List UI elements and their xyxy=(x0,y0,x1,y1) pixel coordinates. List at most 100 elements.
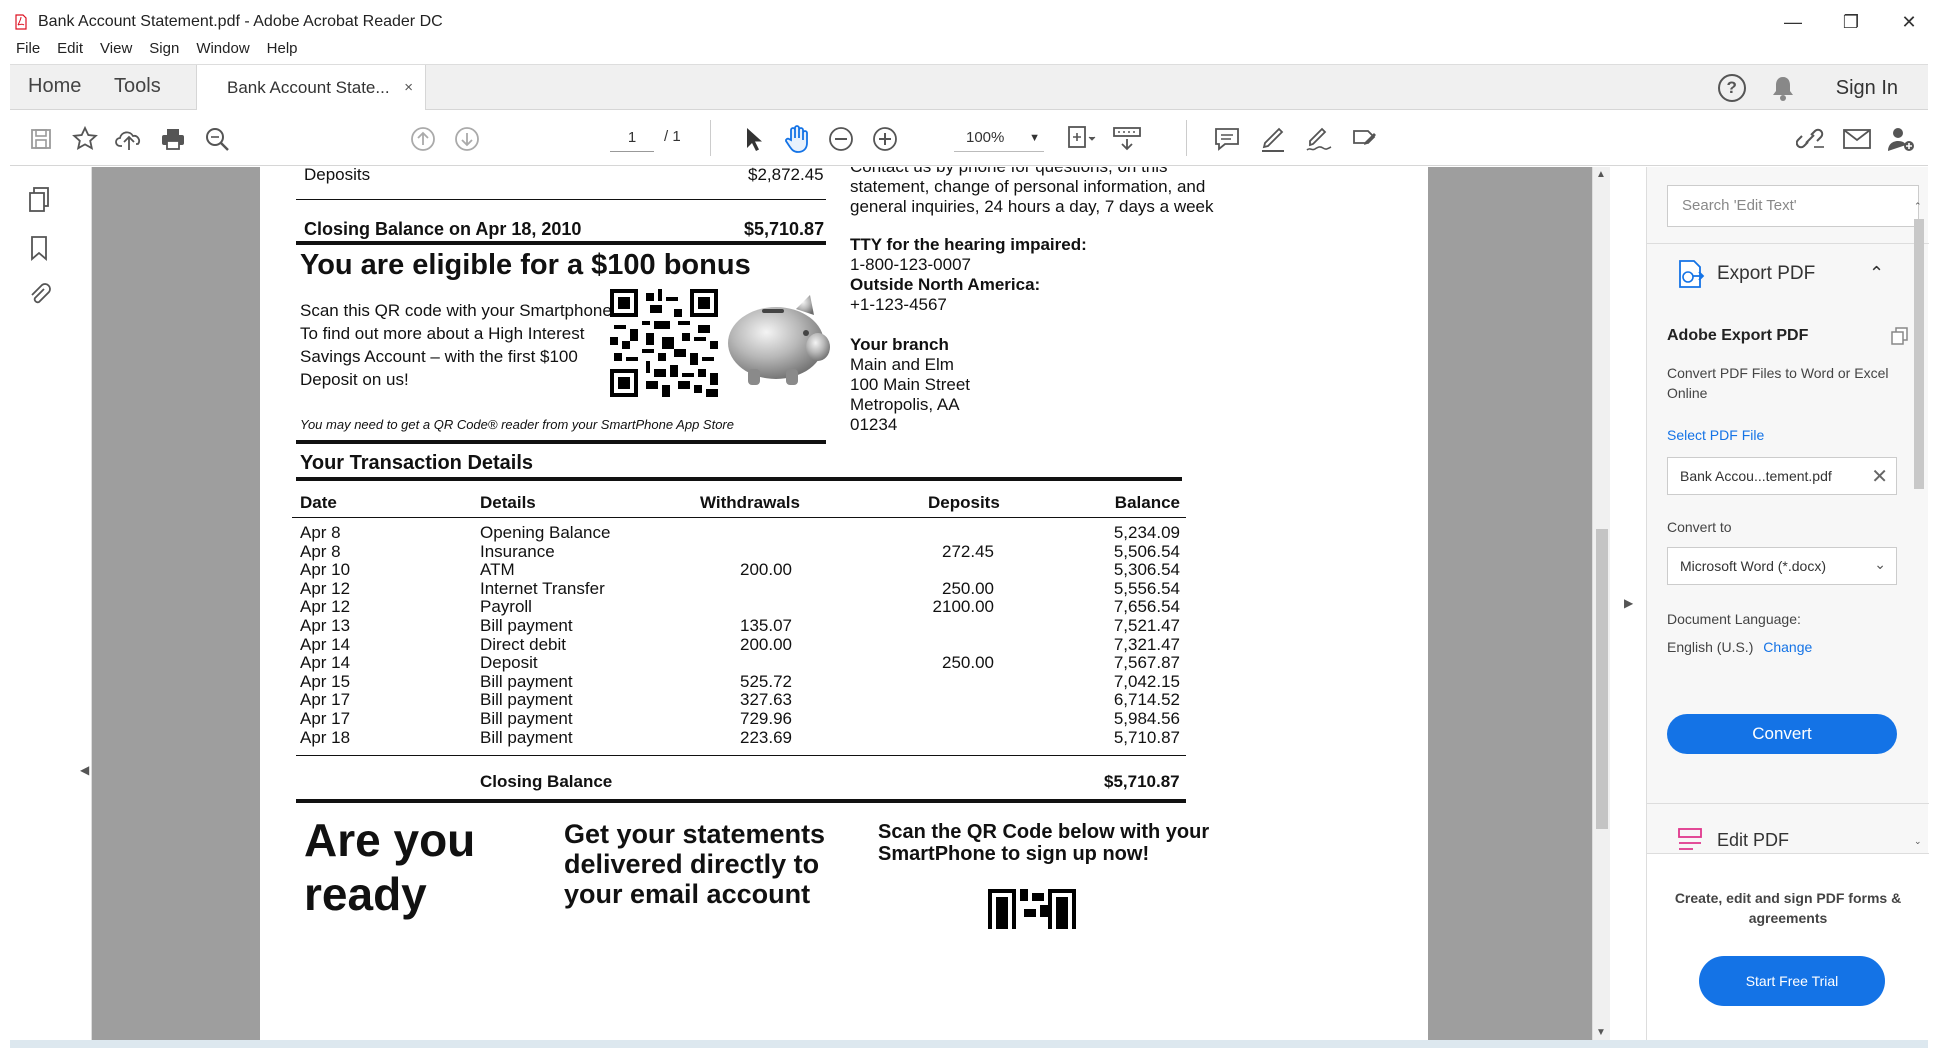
menu-window[interactable]: Window xyxy=(196,40,249,64)
document-viewport[interactable]: Deposits $2,872.45 Closing Balance on Ap… xyxy=(92,167,1592,1040)
share-link-icon[interactable] xyxy=(1794,122,1828,156)
scroll-up-arrow-icon[interactable]: ⌃ xyxy=(1914,201,1922,212)
scroll-thumb[interactable] xyxy=(1914,219,1924,489)
cell-date: Apr 13 xyxy=(300,616,351,635)
contact-line: Contact us by phone for questions, on th… xyxy=(850,167,1168,177)
menu-help[interactable]: Help xyxy=(267,40,298,64)
zoom-level-value: 100% xyxy=(966,129,1005,146)
previous-page-icon[interactable] xyxy=(406,122,440,156)
cell-balance: 7,321.47 xyxy=(1113,634,1180,654)
cell-withdrawal: 525.72 xyxy=(740,671,792,691)
page-number-input[interactable]: 1 xyxy=(610,124,654,152)
menu-edit[interactable]: Edit xyxy=(57,40,83,64)
email-icon[interactable] xyxy=(1840,122,1874,156)
menu-view[interactable]: View xyxy=(100,40,132,64)
promo-statements-line: your email account xyxy=(564,879,811,909)
cell-date: Apr 10 xyxy=(300,560,351,580)
close-window-button[interactable]: ✕ xyxy=(1880,0,1938,44)
scroll-down-arrow-icon[interactable]: ⌄ xyxy=(1914,836,1922,847)
table-row: Apr 8 Opening Balance 5,234.09 xyxy=(300,523,1180,542)
selected-file-field[interactable]: Bank Accou...tement.pdf ✕ xyxy=(1667,457,1897,495)
bell-icon[interactable] xyxy=(1770,74,1796,102)
attachment-icon[interactable] xyxy=(22,277,56,311)
cell-withdrawal: 729.96 xyxy=(740,709,792,728)
export-pdf-header[interactable]: Export PDF xyxy=(1677,259,1815,289)
clear-file-icon[interactable]: ✕ xyxy=(1871,464,1888,489)
zoom-level-dropdown[interactable]: 100% ▼ xyxy=(954,124,1044,152)
format-dropdown[interactable]: Microsoft Word (*.docx) ⌄ xyxy=(1667,547,1897,585)
comment-icon[interactable] xyxy=(1210,122,1244,156)
contact-line: general inquiries, 24 hours a day, 7 day… xyxy=(850,197,1214,216)
cell-date: Apr 12 xyxy=(300,597,351,617)
collapse-left-panel-icon[interactable]: ◀ xyxy=(80,763,89,777)
zoom-in-icon[interactable] xyxy=(868,122,902,156)
select-cursor-icon[interactable] xyxy=(736,122,770,156)
scroll-thumb[interactable] xyxy=(1596,529,1608,829)
window-title: Bank Account Statement.pdf - Adobe Acrob… xyxy=(38,13,443,30)
deposits-value: $2,872.45 xyxy=(748,167,824,184)
star-icon[interactable] xyxy=(68,122,102,156)
menu-sign[interactable]: Sign xyxy=(149,40,179,64)
document-language-label: Document Language: xyxy=(1667,611,1801,627)
print-icon[interactable] xyxy=(156,122,190,156)
minimize-button[interactable]: — xyxy=(1764,0,1822,44)
cell-balance: 5,710.87 xyxy=(1113,727,1180,747)
cell-withdrawal: 135.07 xyxy=(740,616,792,635)
transaction-details-title: Your Transaction Details xyxy=(300,452,534,474)
copy-icon[interactable] xyxy=(1891,327,1909,350)
select-pdf-file-link[interactable]: Select PDF File xyxy=(1667,427,1764,443)
restore-button[interactable]: ❐ xyxy=(1822,0,1880,44)
scroll-down-arrow-icon[interactable]: ▼ xyxy=(1596,1027,1606,1038)
header-deposits: Deposits xyxy=(928,493,1000,512)
document-vertical-scrollbar[interactable]: ▲ ▼ xyxy=(1592,167,1610,1040)
edit-pdf-header[interactable]: Edit PDF xyxy=(1677,827,1789,853)
cell-date: Apr 15 xyxy=(300,671,351,691)
promo-statements-line: delivered directly to xyxy=(564,849,820,879)
sign-pen-icon[interactable] xyxy=(1302,122,1336,156)
promo-text: Create, edit and sign PDF forms & agreem… xyxy=(1674,890,1902,926)
table-row: Apr 10 ATM 200.00 5,306.54 xyxy=(300,560,1180,579)
close-tab-icon[interactable]: × xyxy=(404,79,413,96)
help-icon[interactable]: ? xyxy=(1717,74,1746,102)
search-tools-input[interactable]: Search 'Edit Text' xyxy=(1667,185,1919,227)
deposits-label: Deposits xyxy=(304,167,371,184)
cell-deposit: 272.45 xyxy=(942,541,994,561)
convert-button[interactable]: Convert xyxy=(1667,714,1897,754)
highlight-pen-icon[interactable] xyxy=(1256,122,1290,156)
cell-details: Opening Balance xyxy=(480,523,611,542)
scroll-mode-icon[interactable] xyxy=(1110,122,1144,156)
page-thumbnails-icon[interactable] xyxy=(22,183,56,217)
cell-date: Apr 17 xyxy=(300,690,351,710)
add-user-icon[interactable] xyxy=(1884,122,1918,156)
divider xyxy=(296,241,826,245)
zoom-search-icon[interactable] xyxy=(200,122,234,156)
start-free-trial-button[interactable]: Start Free Trial xyxy=(1699,956,1885,1006)
toolbar-divider xyxy=(1186,120,1187,156)
hand-tool-icon[interactable] xyxy=(780,122,814,156)
document-language-row: English (U.S.) Change xyxy=(1667,639,1812,655)
zoom-out-icon[interactable] xyxy=(824,122,858,156)
cell-balance: 7,567.87 xyxy=(1113,653,1180,673)
promo-ready: Are you ready xyxy=(304,814,476,920)
bookmark-icon[interactable] xyxy=(22,231,56,265)
collapse-right-panel-icon[interactable]: ▶ xyxy=(1624,596,1633,610)
save-icon[interactable] xyxy=(24,122,58,156)
tools-pane-scrollbar[interactable]: ⌃ ⌄ xyxy=(1911,201,1927,847)
page-fit-icon[interactable] xyxy=(1064,122,1098,156)
tab-document[interactable]: Bank Account State... × xyxy=(196,65,426,111)
title-bar: Bank Account Statement.pdf - Adobe Acrob… xyxy=(0,0,1938,44)
tab-tools[interactable]: Tools xyxy=(114,75,161,98)
transaction-header-row: Date Details Withdrawals Deposits Balanc… xyxy=(300,493,1180,515)
scroll-up-arrow-icon[interactable]: ▲ xyxy=(1596,169,1606,180)
fill-sign-icon[interactable] xyxy=(1348,122,1382,156)
next-page-icon[interactable] xyxy=(450,122,484,156)
sign-in-button[interactable]: Sign In xyxy=(1836,77,1898,100)
upload-cloud-icon[interactable] xyxy=(112,122,146,156)
menu-file[interactable]: File xyxy=(16,40,40,64)
horizontal-scrollbar[interactable] xyxy=(10,1040,1928,1048)
tab-home[interactable]: Home xyxy=(28,75,81,98)
transaction-table-body: Apr 8 Opening Balance 5,234.09 Apr 8 Insuran… xyxy=(300,523,1180,761)
change-language-link[interactable]: Change xyxy=(1763,639,1812,655)
export-pdf-title: Export PDF xyxy=(1717,263,1816,284)
chevron-up-icon[interactable]: ⌃ xyxy=(1869,263,1884,284)
